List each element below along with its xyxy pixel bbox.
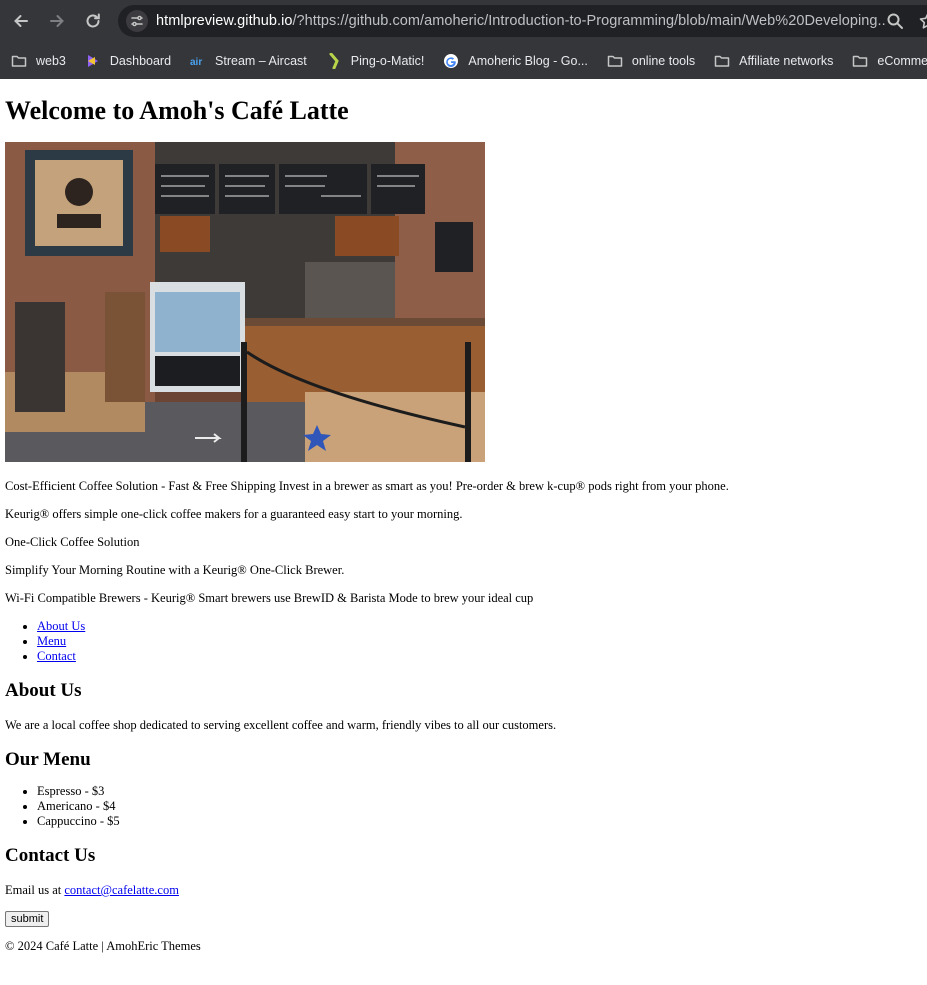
back-arrow-icon	[14, 15, 28, 27]
bookmarks-bar: web3 Dashboard air Stream – Aircast Ping…	[0, 42, 927, 79]
menu-heading: Our Menu	[5, 749, 91, 770]
forward-button[interactable]	[46, 10, 68, 32]
folder-icon	[606, 53, 624, 69]
zoom-icon[interactable]	[886, 12, 904, 30]
about-heading: About Us	[5, 680, 82, 701]
forward-arrow-icon	[50, 15, 64, 27]
nav-item: About Us	[37, 619, 922, 634]
submit-button[interactable]: submit	[5, 911, 50, 927]
pingomatic-favicon	[325, 52, 343, 69]
dashboard-favicon	[84, 53, 102, 69]
bookmark-label: eCommerce	[877, 53, 927, 68]
bookmark-label: web3	[36, 53, 66, 68]
url-host: htmlpreview.github.io	[156, 13, 293, 29]
back-button[interactable]	[10, 10, 32, 32]
reload-button[interactable]	[82, 10, 104, 32]
contact-line: Email us at contact@cafelatte.com	[5, 883, 922, 898]
browser-toolbar: htmlpreview.github.io/?https://github.co…	[0, 0, 927, 42]
bookmark-star-icon[interactable]	[918, 11, 927, 31]
bookmark-label: Stream – Aircast	[215, 53, 307, 68]
intro-paragraph-2: Keurig® offers simple one-click coffee m…	[5, 507, 463, 521]
bookmark-web3[interactable]: web3	[10, 53, 66, 69]
nav-link-about[interactable]: About Us	[37, 619, 85, 633]
bookmark-label: Ping-o-Matic!	[350, 53, 425, 68]
page-title: Welcome to Amoh's Café Latte	[5, 96, 349, 125]
svg-text:air: air	[190, 57, 202, 68]
bookmark-label: Affiliate networks	[739, 53, 834, 68]
folder-icon	[713, 53, 731, 69]
menu-list: Espresso - $3 Americano - $4 Cappuccino …	[5, 784, 922, 829]
page-content: Welcome to Amoh's Café Latte Cost-Effici…	[0, 96, 927, 954]
nav-link-menu[interactable]: Menu	[37, 634, 66, 648]
bookmark-ecommerce[interactable]: eCommerce	[851, 53, 927, 69]
intro-paragraph-5: Wi-Fi Compatible Brewers - Keurig® Smart…	[5, 591, 534, 605]
menu-item: Cappuccino - $5	[37, 814, 922, 829]
about-text: We are a local coffee shop dedicated to …	[5, 718, 557, 732]
aircast-favicon: air	[189, 53, 207, 69]
nav-item: Contact	[37, 649, 922, 664]
bookmark-pingomatic[interactable]: Ping-o-Matic!	[325, 52, 425, 69]
contact-email-link[interactable]: contact@cafelatte.com	[64, 883, 179, 897]
bookmark-label: online tools	[631, 53, 696, 68]
folder-icon	[851, 53, 869, 69]
url-text[interactable]: htmlpreview.github.io/?https://github.co…	[156, 13, 886, 29]
site-nav-list: About Us Menu Contact	[5, 619, 922, 664]
bookmark-amoheric-blog[interactable]: Amoheric Blog - Go...	[442, 53, 588, 69]
bookmark-dashboard[interactable]: Dashboard	[84, 53, 171, 69]
bookmark-label: Dashboard	[109, 53, 172, 68]
nav-link-contact[interactable]: Contact	[37, 649, 76, 663]
intro-paragraph-4: Simplify Your Morning Routine with a Keu…	[5, 563, 345, 577]
google-favicon	[442, 53, 460, 69]
bookmark-label: Amoheric Blog - Go...	[468, 53, 588, 68]
contact-heading: Contact Us	[5, 845, 96, 866]
reload-icon	[86, 13, 100, 28]
browser-chrome: htmlpreview.github.io/?https://github.co…	[0, 0, 927, 79]
bookmark-online-tools[interactable]: online tools	[606, 53, 695, 69]
bookmark-affiliate-networks[interactable]: Affiliate networks	[713, 53, 833, 69]
footer-text: © 2024 Café Latte | AmohEric Themes	[5, 939, 201, 953]
menu-item: Americano - $4	[37, 799, 922, 814]
url-path: /?https://github.com/amoheric/Introducti…	[292, 13, 886, 29]
menu-item: Espresso - $3	[37, 784, 922, 799]
contact-prefix: Email us at	[5, 883, 65, 897]
site-settings-icon[interactable]	[126, 10, 148, 32]
intro-paragraph-1: Cost-Efficient Coffee Solution - Fast & …	[5, 479, 729, 493]
intro-paragraph-3: One-Click Coffee Solution	[5, 535, 140, 549]
cafe-interior-image	[5, 142, 485, 462]
bookmark-aircast[interactable]: air Stream – Aircast	[189, 53, 307, 69]
address-bar[interactable]: htmlpreview.github.io/?https://github.co…	[118, 5, 927, 37]
folder-icon	[10, 53, 28, 69]
nav-item: Menu	[37, 634, 922, 649]
